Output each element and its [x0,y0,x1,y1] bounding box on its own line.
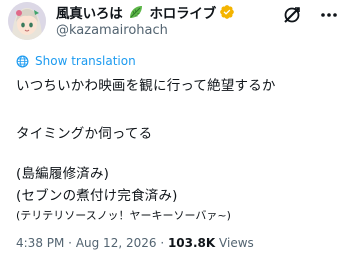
show-translation-row[interactable]: Show translation [16,54,136,68]
tweet-meta: 4:38 PM · Aug 12, 2026 · 103.8K Views [16,236,254,250]
meta-separator: · [156,236,168,250]
tweet-time[interactable]: 4:38 PM [16,236,64,250]
display-name-part-2: ホロライブ [149,6,217,22]
handle[interactable]: @kazamairohach [56,23,168,38]
tweet-text-line: (テリテリソースノッ！ヤーキーソーバァ~) [16,209,231,222]
grok-icon[interactable] [282,5,302,25]
tweet-text-line: (島編履修済み) [16,166,110,182]
display-name-row[interactable]: 風真いろは ホロライブ [56,2,235,22]
display-name[interactable]: 風真いろは ホロライブ [56,2,216,22]
more-icon[interactable] [318,7,340,23]
tweet-date[interactable]: Aug 12, 2026 [76,236,157,250]
tweet-text-line: いつちいかわ映画を観に行って絶望するか [16,78,276,94]
avatar[interactable] [8,2,46,40]
show-translation-link[interactable]: Show translation [35,54,136,68]
globe-icon [16,55,29,67]
tweet-text-line: (セブンの煮付け完食済み) [16,188,178,204]
meta-separator: · [64,236,76,250]
verified-badge-icon[interactable] [219,4,235,20]
display-name-part-1: 風真いろは [56,6,123,22]
leaf-icon [128,4,144,20]
tweet: 風真いろは ホロライブ @kazamairohach Show translat… [0,0,350,255]
tweet-text-line: タイミングか伺ってる [16,126,153,142]
views-count[interactable]: 103.8K [168,236,215,250]
views-label: Views [215,236,254,250]
